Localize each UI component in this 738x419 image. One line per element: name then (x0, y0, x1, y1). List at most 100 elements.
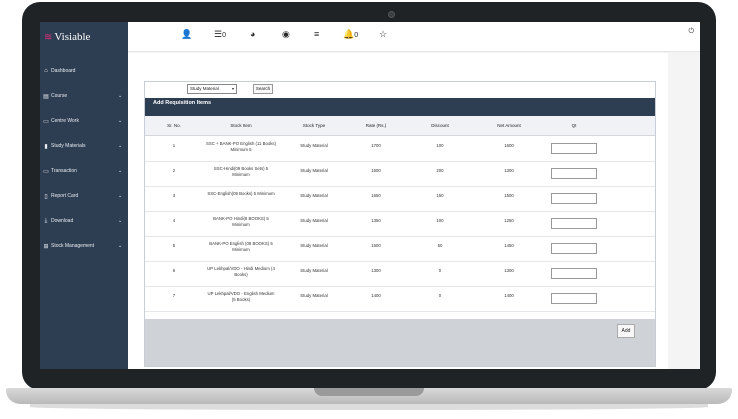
cell-rate: 1300 (371, 268, 381, 273)
sidebar-item-course[interactable]: ▤ Course ⌄ (40, 89, 128, 103)
sidebar-item-study-materials[interactable]: ▮ Study Materials ⌄ (40, 139, 128, 153)
cell-rate: 1650 (371, 193, 381, 198)
sidebar-item-label: Transaction (51, 168, 77, 174)
cell-discount: 0 (438, 293, 442, 298)
cell-sr-no: 2 (172, 168, 176, 173)
pie-chart-glyph: ◕ (250, 29, 256, 39)
sidebar-item-label: Study Materials (51, 143, 86, 149)
panel-header: Add Requisition Items (145, 98, 655, 116)
cell-stock-item: BANK-PO Hindi(8 BOOKS) 5 Minimum (213, 216, 269, 227)
sidebar-item-label: Download (51, 218, 74, 224)
cell-stock-item: SSC + BANK-PO English (11 Books) Minimum… (205, 141, 276, 152)
cell-stock-item: UP Lekhpal/VDO - English Medium (5 Books… (207, 291, 275, 302)
cell-net-amount: 1600 (504, 143, 514, 148)
cell-net-amount: 1250 (504, 218, 514, 223)
table-row: 6 UP Lekhpal/VDO - Hindi Medium (4 Books)… (145, 262, 655, 287)
cell-discount: 0 (438, 268, 442, 273)
table-row: 7 UP Lekhpal/VDO - English Medium (5 Book… (145, 287, 655, 312)
menu-glyph: ≡ (314, 29, 320, 39)
filter-row: Stock Type Study Material ▾ Search (145, 82, 655, 98)
table-row: 3 SSC-English(09 Books) 5 Minimum Study Ma… (145, 187, 655, 212)
quantity-input[interactable] (551, 168, 597, 179)
panel-title: Add Requisition Items (153, 100, 212, 106)
list-glyph: ☰ (214, 29, 223, 39)
menu-icon[interactable]: ≡ (314, 29, 319, 39)
col-net-amount: Net Amount (497, 123, 521, 128)
list-icon[interactable]: ☰0 (214, 29, 226, 40)
notification-count: 0 (222, 32, 226, 39)
quantity-input[interactable] (551, 243, 597, 254)
cell-sr-no: 7 (172, 293, 176, 298)
power-icon[interactable]: ⏻ (688, 28, 694, 36)
col-stock-item: Stock Item (230, 123, 252, 128)
sidebar-item-centre-work[interactable]: ▭ Centre Work ⌄ (40, 114, 128, 128)
book-icon: ▤ (43, 93, 49, 100)
sidebar-item-label: Course (51, 93, 68, 99)
requisition-panel: Stock Type Study Material ▾ Search Add R… (144, 81, 656, 367)
chevron-down-icon: ⌄ (118, 193, 123, 199)
quantity-input[interactable] (551, 193, 597, 204)
sidebar-item-report-card[interactable]: ▯ Report Card ⌄ (40, 189, 128, 203)
cell-stock-item: SSC-Hindi(09 Books Sets) 5 Minimum (213, 166, 269, 177)
star-icon[interactable]: ☆ (379, 29, 387, 40)
cell-net-amount: 1500 (504, 193, 514, 198)
col-rate: Rate (Rs.) (365, 123, 387, 128)
table-row: 2 SSC-Hindi(09 Books Sets) 5 Minimum Study… (145, 162, 655, 187)
sidebar-item-label: Stock Management (51, 243, 95, 249)
add-button[interactable]: Add (617, 324, 635, 338)
cell-stock-item: UP Lekhpal/VDO - Hindi Medium (4 Books) (207, 266, 275, 277)
table-row: 4 BANK-PO Hindi(8 BOOKS) 5 Minimum Study M… (145, 212, 655, 237)
search-button[interactable]: Search (253, 84, 273, 94)
cell-rate: 1400 (371, 293, 381, 298)
cell-discount: 150 (436, 193, 444, 198)
briefcase-icon: ▭ (43, 118, 49, 125)
quantity-input[interactable] (551, 268, 597, 279)
stock-type-selected: Study Material (190, 86, 219, 91)
user-edit-icon[interactable]: 👤 (181, 29, 192, 40)
chevron-down-icon: ⌄ (118, 143, 123, 149)
sidebar-item-download[interactable]: ⤓ Download ⌄ (40, 214, 128, 228)
bell-glyph: 🔔 (343, 29, 355, 39)
sidebar-item-transaction[interactable]: ▭ Transaction ⌄ (40, 164, 128, 178)
dashboard-gauge-icon[interactable]: ◉ (282, 29, 290, 40)
cell-stock-type: Study Material (300, 218, 328, 223)
brand-mark-icon: ≋ (44, 31, 53, 43)
cell-stock-type: Study Material (300, 143, 328, 148)
quantity-input[interactable] (551, 218, 597, 229)
cell-rate: 1700 (371, 143, 381, 148)
cell-stock-type: Study Material (300, 243, 328, 248)
brand-name: Visiable (54, 31, 91, 43)
col-stock-type: Stock Type (302, 123, 326, 128)
chevron-down-icon: ⌄ (118, 168, 123, 174)
cell-stock-type: Study Material (300, 293, 328, 298)
sidebar-item-stock-management[interactable]: ⊞ Stock Management ⌄ (40, 239, 128, 253)
stock-type-select[interactable]: Study Material ▾ (187, 84, 237, 94)
brand-logo[interactable]: ≋ Visiable (40, 22, 128, 52)
sidebar-item-label: Centre Work (51, 118, 79, 124)
laptop-notch (314, 388, 424, 396)
table-row: 1 SSC + BANK-PO English (11 Books) Minimu… (145, 137, 655, 162)
chart-icon: ▮ (44, 143, 48, 150)
pie-chart-icon[interactable]: ◕ (250, 29, 255, 39)
cell-stock-type: Study Material (300, 193, 328, 198)
cell-sr-no: 3 (172, 193, 176, 198)
quantity-input[interactable] (551, 293, 597, 304)
panel-footer: Add (145, 319, 655, 366)
cell-sr-no: 1 (172, 143, 176, 148)
col-discount: Discount (431, 123, 449, 128)
cell-discount: 50 (437, 243, 443, 248)
chevron-down-icon: ⌄ (118, 118, 123, 124)
star-glyph: ☆ (379, 29, 388, 39)
cell-discount: 200 (436, 168, 444, 173)
chevron-down-icon: ⌄ (118, 218, 123, 224)
sidebar-item-dashboard[interactable]: ⌂ Dashboard (40, 64, 128, 78)
sidebar-item-label: Report Card (51, 193, 79, 199)
bell-icon[interactable]: 🔔0 (343, 29, 358, 40)
sidebar: ≋ Visiable ⌂ Dashboard ▤ Course ⌄ ▭ Centre Wor… (40, 22, 128, 369)
sidebar-item-label: Dashboard (51, 68, 76, 74)
chevron-down-icon: ▾ (231, 86, 234, 91)
quantity-input[interactable] (551, 143, 597, 154)
cell-net-amount: 1450 (504, 243, 514, 248)
cart-icon: ⊞ (43, 243, 49, 250)
screen: ≋ Visiable ⌂ Dashboard ▤ Course ⌄ ▭ Centre Wor… (40, 22, 700, 369)
